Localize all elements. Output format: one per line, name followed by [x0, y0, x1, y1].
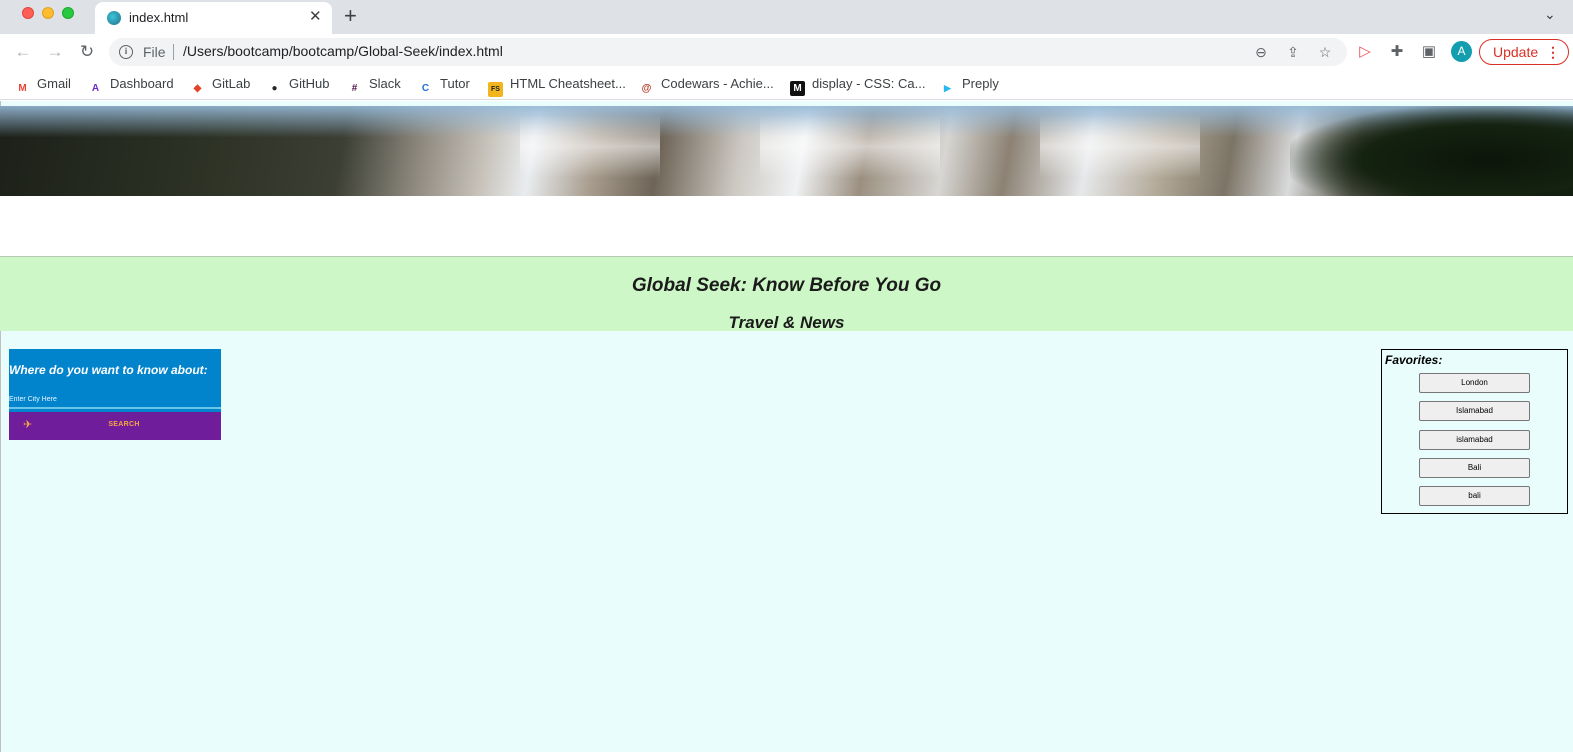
- hero-mountain-image: [0, 106, 1573, 196]
- bookmarks-bar: M Gmail A Dashboard ◆ GitLab ● GitHub # Slack…: [0, 70, 1573, 100]
- url-scheme: File: [143, 44, 166, 60]
- tutor-icon: C: [421, 83, 430, 94]
- minimize-window-button[interactable]: [42, 7, 54, 19]
- favorites-heading: Favorites:: [1385, 353, 1443, 367]
- reload-icon[interactable]: ↻: [76, 41, 98, 63]
- codewars-icon: @: [641, 83, 652, 94]
- puzzle-icon[interactable]: ✚: [1386, 41, 1408, 63]
- favorite-button-islamabad[interactable]: Islamabad: [1419, 401, 1530, 421]
- page-title: Global Seek: Know Before You Go: [631, 275, 942, 296]
- star-icon[interactable]: ☆: [1316, 43, 1334, 61]
- page-subtitle: Travel & News: [728, 313, 845, 332]
- tab-index[interactable]: index.html ✕: [95, 2, 332, 34]
- bookmark-codewars[interactable]: @ Codewars - Achie...: [639, 76, 774, 94]
- github-icon: ●: [271, 83, 278, 94]
- bookmark-mdn-display[interactable]: Mdisplay - CSS: Ca...: [790, 76, 925, 96]
- browser-toolbar: ← → ↻ i File /Users/bootcamp/bootcamp/Gl…: [0, 34, 1573, 70]
- maximize-window-button[interactable]: [62, 7, 74, 19]
- favorite-button-islamabad-lower[interactable]: islamabad: [1419, 430, 1530, 450]
- hero-snow-highlight: [760, 106, 940, 196]
- tab-title: index.html: [129, 10, 189, 25]
- forward-arrow-icon[interactable]: →: [44, 41, 66, 63]
- favorite-button-london[interactable]: London: [1419, 373, 1530, 393]
- bookmark-slack[interactable]: # Slack: [347, 76, 401, 94]
- gitlab-icon: ◆: [193, 83, 202, 94]
- sidebar-icon[interactable]: ▣: [1418, 41, 1440, 63]
- bookmark-preply[interactable]: ▶ Preply: [940, 76, 999, 94]
- page-banner: Global Seek: Know Before You Go Travel &…: [0, 257, 1573, 332]
- address-bar[interactable]: i File /Users/bootcamp/bootcamp/Global-S…: [109, 38, 1347, 66]
- slack-icon: #: [351, 83, 358, 94]
- preply-icon: ▶: [944, 83, 951, 93]
- search-button-label: SEARCH: [108, 421, 140, 428]
- header-spacer: [0, 196, 1573, 257]
- gmail-icon: M: [18, 83, 27, 94]
- favorite-button-bali[interactable]: Bali: [1419, 458, 1530, 478]
- hero-snow-highlight: [520, 106, 660, 196]
- globe-icon: [107, 11, 121, 25]
- search-card: Where do you want to know about: ✈ SEARC…: [9, 349, 221, 440]
- update-button[interactable]: Update ⋮: [1479, 39, 1569, 65]
- close-icon[interactable]: ✕: [309, 8, 322, 26]
- bookmark-tutor[interactable]: C Tutor: [418, 76, 470, 94]
- mdn-icon: M: [790, 81, 805, 96]
- dashboard-icon: A: [91, 83, 100, 94]
- avatar[interactable]: A: [1451, 41, 1472, 62]
- close-window-button[interactable]: [22, 7, 34, 19]
- more-menu-icon[interactable]: ⋮: [1546, 40, 1560, 64]
- zoom-icon[interactable]: ⊖: [1252, 43, 1270, 61]
- bookmark-gitlab[interactable]: ◆ GitLab: [190, 76, 251, 94]
- favorites-panel: Favorites: London Islamabad islamabad Ba…: [1381, 349, 1568, 514]
- update-label: Update: [1493, 44, 1539, 60]
- cheatsheet-icon: FS: [488, 82, 503, 97]
- bookmark-dashboard[interactable]: A Dashboard: [88, 76, 174, 94]
- city-search-input[interactable]: [9, 391, 221, 409]
- url-text[interactable]: /Users/bootcamp/bootcamp/Global-Seek/ind…: [183, 43, 503, 59]
- chevron-down-icon[interactable]: ⌄: [1544, 6, 1556, 23]
- favorite-button-bali-lower[interactable]: bali: [1419, 486, 1530, 506]
- bookmark-html-cheatsheet[interactable]: FS HTML Cheatsheet...: [488, 76, 626, 97]
- bookmark-gmail[interactable]: M Gmail: [15, 76, 71, 94]
- bookmark-github[interactable]: ● GitHub: [267, 76, 329, 94]
- search-heading: Where do you want to know about:: [9, 363, 208, 377]
- record-icon[interactable]: ▷: [1354, 41, 1376, 63]
- search-button[interactable]: ✈ SEARCH: [9, 412, 221, 440]
- divider: [173, 44, 174, 60]
- hero-snow-highlight: [1040, 106, 1200, 196]
- tab-strip: index.html ✕ + ⌄: [0, 0, 1573, 34]
- hero-tree-foliage: [1290, 106, 1573, 196]
- share-icon[interactable]: ⇪: [1284, 43, 1302, 61]
- info-icon[interactable]: i: [119, 45, 133, 59]
- back-arrow-icon[interactable]: ←: [12, 41, 34, 63]
- new-tab-button[interactable]: +: [344, 3, 357, 29]
